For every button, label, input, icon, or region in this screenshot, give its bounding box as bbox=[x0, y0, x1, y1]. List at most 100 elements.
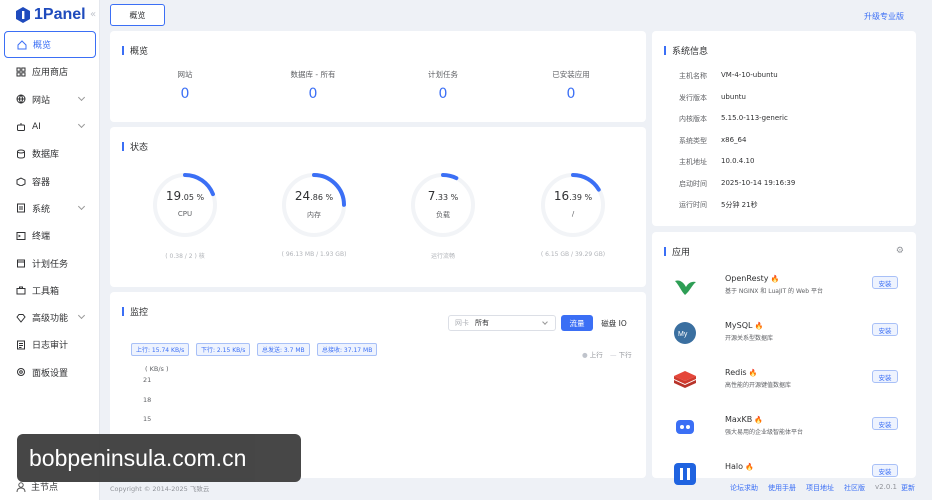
sidebar-item[interactable]: 工具箱 bbox=[4, 277, 96, 304]
sidebar-item[interactable]: 面板设置 bbox=[4, 359, 96, 386]
app-desc: 高性能的开源键值数据库 bbox=[725, 382, 792, 389]
sidebar-item-label: 终端 bbox=[32, 232, 51, 243]
gauge-label: 负载 bbox=[436, 211, 450, 219]
gauge-value-int: 16 bbox=[553, 189, 570, 203]
app-name-text: Halo bbox=[725, 462, 744, 471]
collapse-icon[interactable]: « bbox=[90, 9, 96, 20]
sysinfo-value: 5.15.0-113-generic bbox=[721, 114, 788, 122]
sysinfo-key: 运行时间 bbox=[679, 201, 707, 209]
app-item[interactable]: My MySQL 🔥 开源关系型数据库 安装 bbox=[670, 315, 904, 351]
footer-link-project[interactable]: 项目地址 bbox=[806, 483, 834, 493]
tab-traffic[interactable]: 流量 bbox=[561, 315, 593, 331]
sidebar-item[interactable]: 网站 bbox=[4, 86, 96, 113]
overview-stat-value: 0 bbox=[566, 86, 576, 102]
install-button[interactable]: 安装 bbox=[872, 323, 898, 336]
gauge-value-int: 19 bbox=[165, 189, 182, 203]
footer-link-edition[interactable]: 社区版 bbox=[844, 483, 865, 493]
install-button[interactable]: 安装 bbox=[872, 370, 898, 383]
logo-icon bbox=[16, 7, 30, 23]
sidebar-item[interactable]: 系统 bbox=[4, 195, 96, 222]
gauge-label: CPU bbox=[177, 210, 193, 218]
sysinfo-key: 内核版本 bbox=[679, 115, 707, 123]
sidebar-item-label: 日志审计 bbox=[32, 341, 69, 352]
tab-disk-io[interactable]: 磁盘 IO bbox=[597, 315, 631, 331]
sysinfo-value: 10.0.4.10 bbox=[721, 157, 755, 165]
app-item[interactable]: Redis 🔥 高性能的开源键值数据库 安装 bbox=[670, 362, 904, 398]
overview-card: 概览 网站 0 数据库 - 所有 0 计划任务 0 已安装应用 0 bbox=[110, 31, 646, 122]
fire-icon: 🔥 bbox=[770, 274, 780, 283]
legend-up[interactable]: ● 上行 bbox=[582, 349, 603, 359]
y-tick: 21 bbox=[143, 376, 152, 384]
sidebar-item-label: 网站 bbox=[32, 95, 51, 106]
sysinfo-value: ubuntu bbox=[721, 92, 746, 101]
brand-logo[interactable]: 1Panel bbox=[16, 5, 86, 25]
gear-icon[interactable]: ⚙ bbox=[896, 246, 904, 256]
sidebar-item[interactable]: 计划任务 bbox=[4, 249, 96, 276]
brand-name: 1Panel bbox=[34, 6, 86, 23]
monitor-title: 监控 bbox=[122, 305, 148, 318]
gauge-ring bbox=[153, 173, 217, 237]
app-name: Halo 🔥 bbox=[725, 462, 754, 471]
footer-link-forum[interactable]: 论坛求助 bbox=[730, 483, 758, 493]
apps-title: 应用 bbox=[664, 245, 690, 258]
fire-icon: 🔥 bbox=[748, 368, 758, 377]
log-icon bbox=[16, 340, 26, 350]
footer-link-manual[interactable]: 使用手册 bbox=[768, 483, 796, 493]
overview-stat[interactable]: 网站 0 bbox=[140, 69, 230, 102]
gauge-ring bbox=[541, 173, 605, 237]
sidebar-item[interactable]: 日志审计 bbox=[4, 331, 96, 358]
install-button[interactable]: 安装 bbox=[872, 417, 898, 430]
sysinfo-row: 内核版本 5.15.0-113-generic bbox=[679, 114, 788, 124]
grid-icon bbox=[16, 67, 26, 77]
sidebar-item[interactable]: AI bbox=[4, 113, 96, 140]
sidebar-item[interactable]: 数据库 bbox=[4, 140, 96, 167]
sysinfo-key: 主机名称 bbox=[679, 72, 707, 80]
overview-stat[interactable]: 已安装应用 0 bbox=[526, 69, 616, 102]
legend-down[interactable]: — 下行 bbox=[610, 349, 632, 359]
app-item[interactable]: OpenResty 🔥 基于 NGINX 和 LuaJIT 的 Web 平台 安装 bbox=[670, 268, 904, 304]
chevron-down-icon bbox=[77, 93, 86, 101]
overview-stat[interactable]: 数据库 - 所有 0 bbox=[268, 69, 358, 102]
sysinfo-key: 启动时间 bbox=[679, 179, 707, 188]
diamond-icon bbox=[16, 313, 26, 323]
sysinfo-value: x86_64 bbox=[721, 135, 747, 144]
overview-stat[interactable]: 计划任务 0 bbox=[398, 69, 488, 102]
sidebar-item-label: 工具箱 bbox=[32, 286, 60, 297]
sidebar-item[interactable]: 概览 bbox=[4, 31, 96, 59]
sidebar-item-label: 概览 bbox=[33, 41, 52, 52]
legend-down-label: 下行 bbox=[618, 351, 632, 359]
update-link[interactable]: 更新 bbox=[901, 483, 915, 493]
sidebar-item[interactable]: 容器 bbox=[4, 167, 96, 194]
chevron-down-icon bbox=[542, 319, 548, 325]
chevron-down-icon bbox=[77, 202, 86, 210]
settings-icon bbox=[16, 367, 26, 377]
chevron-down-icon bbox=[77, 311, 86, 320]
gauge-value: 24.86 % bbox=[274, 189, 354, 203]
terminal-icon bbox=[16, 231, 26, 241]
upgrade-link[interactable]: 升级专业版 bbox=[864, 11, 904, 22]
overview-stat-label: 网站 bbox=[177, 70, 193, 79]
app-name-text: MaxKB bbox=[725, 415, 753, 424]
gauge-ring bbox=[282, 173, 346, 237]
toolbox-icon bbox=[16, 285, 26, 295]
breadcrumb-tab[interactable]: 概览 bbox=[110, 4, 165, 26]
app-name-text: MySQL bbox=[725, 321, 753, 330]
sidebar-item-label: 系统 bbox=[32, 204, 51, 215]
install-button[interactable]: 安装 bbox=[872, 464, 898, 477]
sidebar-item[interactable]: 高级功能 bbox=[4, 304, 96, 331]
version-label: v2.0.1 bbox=[875, 483, 897, 491]
overview-stat-value: 0 bbox=[308, 86, 318, 102]
app-desc: 开源关系型数据库 bbox=[725, 335, 774, 342]
gauge-value: 16.39 % bbox=[533, 189, 613, 203]
nic-select[interactable]: 网卡 所有 bbox=[448, 315, 556, 331]
sidebar-item[interactable]: 终端 bbox=[4, 222, 96, 249]
install-button[interactable]: 安装 bbox=[872, 276, 898, 289]
status-gauge: 7.33 % 负载 运行流畅 bbox=[403, 165, 483, 260]
sysinfo-row: 主机地址 10.0.4.10 bbox=[679, 157, 754, 167]
sysinfo-row: 系统类型 x86_64 bbox=[679, 136, 746, 146]
app-item[interactable]: MaxKB 🔥 强大易用的企业级智能体平台 安装 bbox=[670, 409, 904, 445]
status-gauge: 16.39 % / ( 6.15 GB / 39.29 GB) bbox=[533, 165, 613, 258]
sidebar-item[interactable]: 应用商店 bbox=[4, 58, 96, 85]
maxkb-icon bbox=[670, 412, 700, 442]
app-name: Redis 🔥 bbox=[725, 368, 757, 377]
